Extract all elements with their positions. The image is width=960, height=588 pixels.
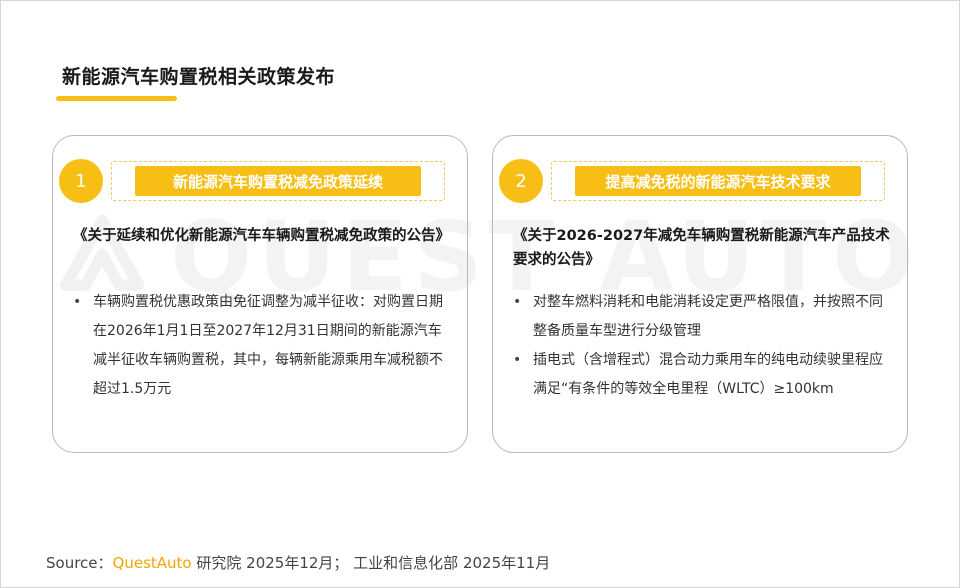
card-bullets: 对整车燃料消耗和电能消耗设定更严格限值，并按照不同整备质量车型进行分级管理 插电…: [513, 288, 893, 404]
card-banner: 新能源汽车购置税减免政策延续: [135, 166, 421, 196]
source-rest: 研究院 2025年12月； 工业和信息化部 2025年11月: [191, 554, 551, 572]
card-doc-title: 《关于延续和优化新能源汽车车辆购置税减免政策的公告》: [73, 228, 450, 244]
source-brand: QuestAuto: [112, 554, 192, 572]
bullet-item: 插电式（含增程式）混合动力乘用车的纯电动续驶里程应满足“有条件的等效全电里程（W…: [513, 346, 893, 404]
bullet-item: 对整车燃料消耗和电能消耗设定更严格限值，并按照不同整备质量车型进行分级管理: [513, 288, 893, 346]
card-banner: 提高减免税的新能源汽车技术要求: [575, 166, 861, 196]
card-number-badge: 2: [499, 159, 543, 203]
policy-card-1: 1 新能源汽车购置税减免政策延续 《关于延续和优化新能源汽车车辆购置税减免政策的…: [52, 135, 468, 453]
source-label: Source：: [46, 554, 113, 572]
policy-card-2: 2 提高减免税的新能源汽车技术要求 《关于2026-2027年减免车辆购置税新能…: [492, 135, 908, 453]
card-number-badge: 1: [59, 159, 103, 203]
title-underline: [56, 96, 177, 101]
card-bullets: 车辆购置税优惠政策由免征调整为减半征收：对购置日期在2026年1月1日至2027…: [73, 288, 453, 404]
page-title: 新能源汽车购置税相关政策发布: [62, 66, 336, 88]
source-line: Source：QuestAuto 研究院 2025年12月； 工业和信息化部 2…: [46, 552, 550, 573]
bullet-item: 车辆购置税优惠政策由免征调整为减半征收：对购置日期在2026年1月1日至2027…: [73, 288, 453, 404]
card-doc-title: 《关于2026-2027年减免车辆购置税新能源汽车产品技术要求的公告》: [513, 228, 890, 268]
